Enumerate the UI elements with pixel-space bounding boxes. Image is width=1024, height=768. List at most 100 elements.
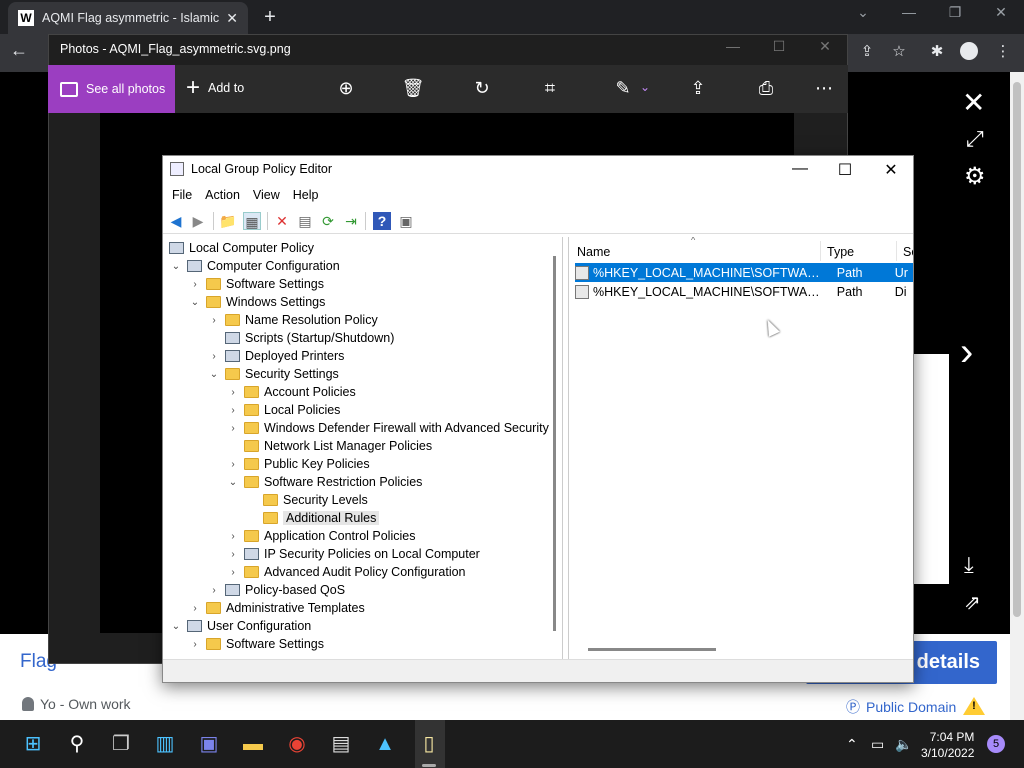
- close-tab-icon[interactable]: ✕: [226, 10, 238, 27]
- share-page-icon[interactable]: ⇪: [856, 42, 878, 60]
- delete-trash-icon[interactable]: 🗑: [400, 78, 426, 99]
- tree-item-user-software-settings[interactable]: › Software Settings: [188, 635, 324, 653]
- extensions-puzzle-icon[interactable]: ✱: [926, 42, 948, 60]
- license-link[interactable]: Ⓟ Public Domain: [846, 697, 956, 717]
- tab-search-icon[interactable]: ⌄: [848, 4, 878, 21]
- expand-chevron-icon[interactable]: ›: [207, 585, 221, 596]
- tree-item-name-resolution-policy[interactable]: › Name Resolution Policy: [207, 311, 377, 329]
- download-icon[interactable]: ⤓: [964, 552, 974, 578]
- photos-app-icon[interactable]: ▲: [372, 731, 398, 757]
- expand-chevron-icon[interactable]: ›: [188, 279, 202, 290]
- tree-item-additional-rules[interactable]: Additional Rules: [245, 509, 380, 527]
- properties-icon[interactable]: ▤: [296, 212, 314, 230]
- collapse-chevron-icon[interactable]: ⌄: [226, 477, 240, 488]
- gpedit-close-icon[interactable]: ✕: [876, 160, 906, 180]
- tree-item-computer-configuration[interactable]: ⌄ Computer Configuration: [169, 257, 340, 275]
- tree-scrollbar[interactable]: [550, 240, 560, 656]
- zoom-in-icon[interactable]: ⊕: [333, 78, 359, 99]
- tree-item-public-key-policies[interactable]: › Public Key Policies: [226, 455, 369, 473]
- tree-item-ip-security-policies[interactable]: › IP Security Policies on Local Computer: [226, 545, 480, 563]
- chrome-icon[interactable]: ◉: [284, 731, 310, 757]
- microsoft-store-icon[interactable]: ▤: [328, 731, 354, 757]
- forward-icon[interactable]: ▶: [189, 212, 207, 230]
- tree-item-software-settings[interactable]: › Software Settings: [188, 275, 324, 293]
- tree-item-security-levels[interactable]: Security Levels: [245, 491, 368, 509]
- expand-chevron-icon[interactable]: ›: [207, 315, 221, 326]
- expand-icon[interactable]: ⤢: [966, 126, 984, 152]
- show-action-pane-icon[interactable]: ▣: [397, 212, 415, 230]
- profile-avatar-icon[interactable]: [960, 42, 978, 60]
- next-image-icon[interactable]: ›: [960, 330, 973, 375]
- help-icon[interactable]: ?: [373, 212, 391, 230]
- column-header-name[interactable]: Name: [571, 241, 821, 261]
- expand-chevron-icon[interactable]: ›: [226, 387, 240, 398]
- expand-chevron-icon[interactable]: ›: [226, 405, 240, 416]
- print-icon[interactable]: ⎙: [753, 78, 779, 99]
- new-tab-button[interactable]: +: [258, 6, 282, 29]
- photos-maximize-icon[interactable]: ☐: [764, 38, 794, 55]
- page-scrollbar[interactable]: [1010, 72, 1024, 720]
- tree-item-local-policies[interactable]: › Local Policies: [226, 401, 340, 419]
- rotate-icon[interactable]: ↻: [469, 78, 495, 99]
- menu-action[interactable]: Action: [205, 186, 249, 208]
- tree-item-administrative-templates[interactable]: › Administrative Templates: [188, 599, 364, 617]
- network-icon[interactable]: ▭: [871, 736, 884, 753]
- widgets-icon[interactable]: ▥: [152, 731, 178, 757]
- expand-chevron-icon[interactable]: ›: [226, 459, 240, 470]
- tree-item-security-settings[interactable]: ⌄ Security Settings: [207, 365, 339, 383]
- browser-tab[interactable]: W AQMI Flag asymmetric - Islamic ✕: [8, 2, 248, 34]
- collapse-chevron-icon[interactable]: ⌄: [169, 621, 183, 632]
- expand-chevron-icon[interactable]: ›: [226, 423, 240, 434]
- photos-close-icon[interactable]: ✕: [810, 38, 840, 55]
- search-icon[interactable]: ⚲: [64, 731, 90, 757]
- menu-view[interactable]: View: [253, 186, 289, 208]
- expand-chevron-icon[interactable]: ›: [226, 567, 240, 578]
- column-header-security-level[interactable]: Se: [897, 241, 913, 261]
- bookmark-star-icon[interactable]: ☆: [888, 42, 910, 60]
- tree-item-user-configuration[interactable]: ⌄ User Configuration: [169, 617, 311, 635]
- notification-badge[interactable]: 5: [987, 735, 1005, 753]
- page-scrollbar-thumb[interactable]: [1013, 82, 1021, 617]
- menu-file[interactable]: File: [172, 186, 201, 208]
- share-photo-icon[interactable]: ⇪: [685, 78, 711, 99]
- add-to-button[interactable]: + Add to: [186, 76, 244, 100]
- more-options-icon[interactable]: ⋯: [811, 78, 837, 99]
- expand-chevron-icon[interactable]: ›: [188, 603, 202, 614]
- collapse-chevron-icon[interactable]: ⌄: [169, 261, 183, 272]
- tree-scrollbar-thumb[interactable]: [553, 256, 556, 631]
- edit-dropdown-chevron-icon[interactable]: ⌄: [632, 80, 658, 94]
- up-folder-icon[interactable]: 📁: [219, 212, 237, 230]
- show-hide-tree-icon[interactable]: ▦: [243, 212, 261, 230]
- rule-row[interactable]: %HKEY_LOCAL_MACHINE\SOFTWARE\... Path Ur: [575, 263, 913, 282]
- tree-item-application-control-policies[interactable]: › Application Control Policies: [226, 527, 415, 545]
- rule-row[interactable]: %HKEY_LOCAL_MACHINE\SOFTWARE\... Path Di: [575, 282, 913, 301]
- gpedit-maximize-icon[interactable]: ☐: [830, 160, 860, 180]
- menu-help[interactable]: Help: [293, 186, 328, 208]
- tree-item-defender-firewall[interactable]: › Windows Defender Firewall with Advanced…: [226, 419, 549, 437]
- refresh-icon[interactable]: ⟳: [319, 212, 337, 230]
- expand-chevron-icon[interactable]: ›: [226, 531, 240, 542]
- back-icon[interactable]: ◀: [167, 212, 185, 230]
- file-explorer-icon[interactable]: ▬: [240, 731, 266, 757]
- expand-chevron-icon[interactable]: ›: [207, 351, 221, 362]
- browser-menu-icon[interactable]: ⋮: [992, 42, 1014, 60]
- teams-chat-icon[interactable]: ▣: [196, 731, 222, 757]
- tree-item-local-computer-policy[interactable]: Local Computer Policy: [169, 239, 314, 257]
- show-hidden-icons-chevron-icon[interactable]: ⌃: [846, 736, 858, 753]
- tree-item-deployed-printers[interactable]: › Deployed Printers: [207, 347, 344, 365]
- minimize-browser-icon[interactable]: —: [894, 4, 924, 20]
- gpedit-minimize-icon[interactable]: —: [785, 160, 815, 178]
- start-windows-icon[interactable]: ⊞: [20, 731, 46, 757]
- delete-icon[interactable]: ✕: [273, 212, 291, 230]
- tree-item-account-policies[interactable]: › Account Policies: [226, 383, 355, 401]
- tree-item-advanced-audit-policy[interactable]: › Advanced Audit Policy Configuration: [226, 563, 465, 581]
- collapse-chevron-icon[interactable]: ⌄: [188, 297, 202, 308]
- taskbar-clock[interactable]: 7:04 PM 3/10/2022: [921, 729, 974, 761]
- export-list-icon[interactable]: ⇥: [342, 212, 360, 230]
- back-arrow-icon[interactable]: ←: [10, 40, 28, 61]
- expand-chevron-icon[interactable]: ›: [226, 549, 240, 560]
- list-horizontal-scrollbar[interactable]: [588, 648, 716, 651]
- close-viewer-icon[interactable]: ✕: [962, 86, 985, 119]
- tree-item-windows-settings[interactable]: ⌄ Windows Settings: [188, 293, 326, 311]
- close-browser-icon[interactable]: ✕: [986, 4, 1016, 21]
